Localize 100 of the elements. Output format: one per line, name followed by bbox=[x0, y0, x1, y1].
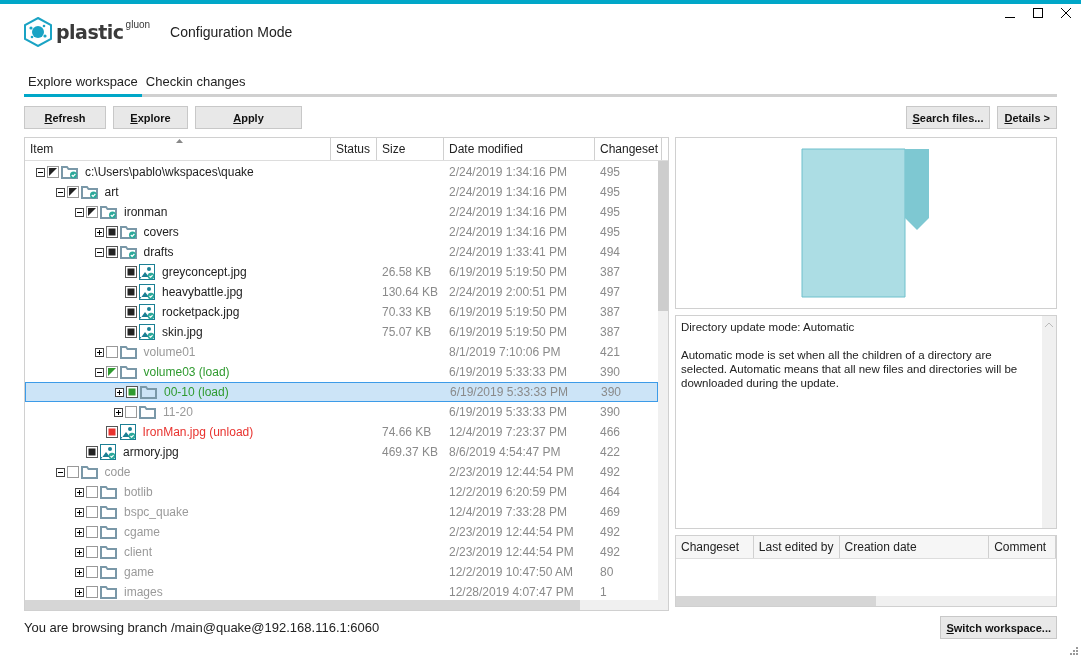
checkbox[interactable] bbox=[86, 486, 98, 498]
column-header[interactable]: Changeset bbox=[676, 536, 754, 558]
expand-icon[interactable] bbox=[75, 567, 84, 577]
column-header[interactable]: Comment bbox=[989, 536, 1056, 558]
tree-row[interactable]: code 2/23/2019 12:44:54 PM 492 bbox=[25, 462, 658, 482]
tree-row[interactable]: bspc_quake 12/4/2019 7:33:28 PM 469 bbox=[25, 502, 658, 522]
expand-icon[interactable] bbox=[114, 407, 123, 417]
tree-row[interactable]: IronMan.jpg (unload) 74.66 KB 12/4/2019 7:23:37 PM 466 bbox=[25, 422, 658, 442]
vertical-scrollbar[interactable] bbox=[658, 161, 668, 601]
item-name: cgame bbox=[124, 525, 161, 539]
toolbar-button[interactable]: Refresh bbox=[24, 106, 106, 129]
tree-row[interactable]: drafts 2/24/2019 1:33:41 PM 494 bbox=[25, 242, 658, 262]
tab[interactable]: Explore workspace bbox=[24, 68, 142, 97]
checkbox[interactable] bbox=[125, 286, 137, 298]
collapse-icon[interactable] bbox=[55, 467, 65, 477]
tree-row[interactable]: volume03 (load) 6/19/2019 5:33:33 PM 390 bbox=[25, 362, 658, 382]
expand-icon[interactable] bbox=[75, 507, 84, 517]
expand-icon[interactable] bbox=[115, 387, 124, 397]
toolbar-button[interactable]: Apply bbox=[195, 106, 302, 129]
date-text: 2/24/2019 1:34:16 PM bbox=[449, 165, 568, 179]
collapse-icon[interactable] bbox=[75, 207, 84, 217]
item-name: heavybattle.jpg bbox=[162, 285, 243, 299]
maximize-icon[interactable] bbox=[1033, 8, 1043, 18]
expand-icon[interactable] bbox=[75, 547, 84, 557]
tree-row[interactable]: images 12/28/2019 4:07:47 PM 1 bbox=[25, 582, 658, 602]
tree-row[interactable]: client 2/23/2019 12:44:54 PM 492 bbox=[25, 542, 658, 562]
date-text: 2/23/2019 12:44:54 PM bbox=[449, 465, 574, 479]
expand-icon[interactable] bbox=[75, 487, 84, 497]
column-header[interactable]: Last edited by bbox=[753, 536, 840, 558]
toolbar-button[interactable]: Search files... bbox=[905, 106, 991, 129]
checkbox[interactable] bbox=[105, 246, 118, 258]
checkbox[interactable] bbox=[126, 386, 138, 398]
collapse-icon[interactable] bbox=[36, 167, 45, 177]
item-name: code bbox=[104, 465, 131, 479]
column-header[interactable]: Creation date bbox=[839, 536, 990, 558]
changeset-text: 492 bbox=[600, 545, 621, 559]
tree-row[interactable]: art 2/24/2019 1:34:16 PM 495 bbox=[25, 182, 658, 202]
tree-row[interactable]: skin.jpg 75.07 KB 6/19/2019 5:19:50 PM 387 bbox=[25, 322, 658, 342]
checkbox[interactable] bbox=[86, 446, 98, 458]
tree-row[interactable]: covers 2/24/2019 1:34:16 PM 495 bbox=[25, 222, 658, 242]
collapse-icon[interactable] bbox=[55, 187, 65, 197]
date-text: 6/19/2019 5:33:33 PM bbox=[449, 365, 568, 379]
horizontal-scrollbar[interactable] bbox=[25, 600, 668, 610]
tree-row[interactable]: botlib 12/2/2019 6:20:59 PM 464 bbox=[25, 482, 658, 502]
item-name: drafts bbox=[143, 245, 174, 259]
checkbox[interactable] bbox=[86, 526, 98, 538]
expand-icon[interactable] bbox=[94, 227, 104, 237]
size-text: 26.58 KB bbox=[382, 265, 432, 279]
checkbox[interactable] bbox=[125, 406, 137, 418]
tree-row[interactable]: 11-20 6/19/2019 5:33:33 PM 390 bbox=[25, 402, 658, 422]
switch-workspace-button[interactable]: Switch workspace... bbox=[940, 616, 1057, 639]
horizontal-scrollbar[interactable] bbox=[676, 596, 1056, 606]
checkbox[interactable] bbox=[66, 186, 79, 198]
column-header[interactable]: Date modified bbox=[444, 138, 595, 160]
checkbox[interactable] bbox=[105, 366, 118, 378]
expand-icon[interactable] bbox=[75, 587, 84, 597]
tree-row[interactable]: heavybattle.jpg 130.64 KB 2/24/2019 2:00:51 PM 497 bbox=[25, 282, 658, 302]
mode-title: Configuration Mode bbox=[170, 24, 293, 40]
item-name: greyconcept.jpg bbox=[162, 265, 247, 279]
expand-icon[interactable] bbox=[75, 527, 84, 537]
column-header[interactable]: Item bbox=[25, 138, 331, 160]
column-header[interactable]: Size bbox=[377, 138, 444, 160]
tree-row[interactable]: greyconcept.jpg 26.58 KB 6/19/2019 5:19:50 PM 387 bbox=[25, 262, 658, 282]
toolbar-button[interactable]: Explore bbox=[113, 106, 188, 129]
changeset-text: 495 bbox=[600, 185, 621, 199]
checkbox[interactable] bbox=[86, 566, 98, 578]
column-header[interactable]: Changeset bbox=[595, 138, 662, 160]
checkbox[interactable] bbox=[105, 226, 118, 238]
tree-row[interactable]: c:\Users\pablo\wkspaces\quake 2/24/2019 1:34:16 PM 495 bbox=[25, 162, 658, 182]
checkbox[interactable] bbox=[125, 306, 137, 318]
close-icon[interactable] bbox=[1061, 8, 1071, 18]
date-text: 8/1/2019 7:10:06 PM bbox=[449, 345, 561, 359]
changeset-text: 495 bbox=[600, 205, 621, 219]
changeset-text: 421 bbox=[600, 345, 621, 359]
collapse-icon[interactable] bbox=[94, 367, 104, 377]
tree-row[interactable]: cgame 2/23/2019 12:44:54 PM 492 bbox=[25, 522, 658, 542]
tree-row[interactable]: rocketpack.jpg 70.33 KB 6/19/2019 5:19:50 PM 387 bbox=[25, 302, 658, 322]
resize-grip-icon[interactable] bbox=[1069, 646, 1078, 655]
checkbox[interactable] bbox=[105, 346, 118, 358]
checkbox[interactable] bbox=[125, 326, 137, 338]
checkbox[interactable] bbox=[66, 466, 79, 478]
checkbox[interactable] bbox=[86, 546, 98, 558]
changeset-text: 390 bbox=[600, 365, 621, 379]
collapse-icon[interactable] bbox=[94, 247, 104, 257]
checkbox[interactable] bbox=[86, 206, 98, 218]
expand-icon[interactable] bbox=[94, 347, 104, 357]
checkbox[interactable] bbox=[105, 426, 118, 438]
tree-row[interactable]: game 12/2/2019 10:47:50 AM 80 bbox=[25, 562, 658, 582]
checkbox[interactable] bbox=[86, 506, 98, 518]
tab[interactable]: Checkin changes bbox=[141, 68, 250, 97]
toolbar-button[interactable]: Details > bbox=[997, 106, 1057, 129]
checkbox[interactable] bbox=[125, 266, 137, 278]
checkbox[interactable] bbox=[86, 586, 98, 598]
vertical-scrollbar[interactable] bbox=[1042, 316, 1056, 528]
tree-row[interactable]: volume01 8/1/2019 7:10:06 PM 421 bbox=[25, 342, 658, 362]
column-header[interactable]: Status bbox=[331, 138, 377, 160]
item-name: IronMan.jpg (unload) bbox=[142, 425, 254, 439]
tree-row[interactable]: armory.jpg 469.37 KB 8/6/2019 4:54:47 PM 422 bbox=[25, 442, 658, 462]
checkbox[interactable] bbox=[47, 166, 59, 178]
tree-row[interactable]: ironman 2/24/2019 1:34:16 PM 495 bbox=[25, 202, 658, 222]
